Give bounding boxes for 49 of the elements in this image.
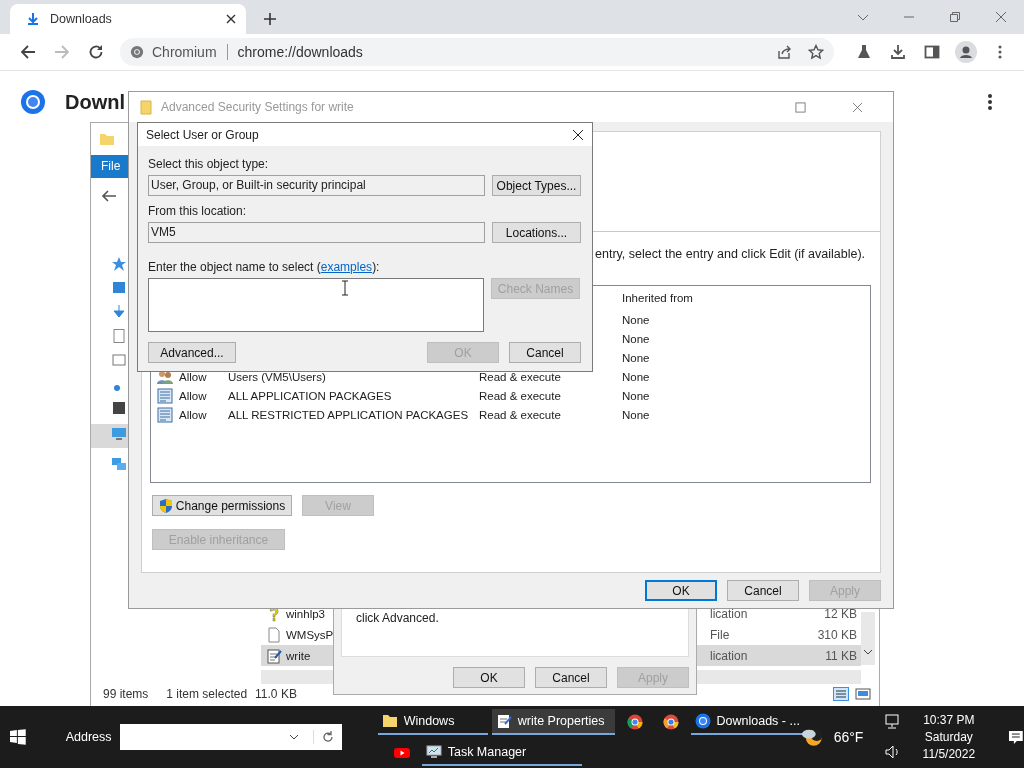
principal-name: ALL RESTRICTED APPLICATION PACKAGES <box>228 408 469 421</box>
page-heading: Downl <box>65 90 125 114</box>
file-type: File <box>710 627 731 642</box>
field-label: Select this object type: <box>148 157 270 172</box>
file-size: 310 KB <box>817 627 858 642</box>
window-title: Advanced Security Settings for write <box>161 100 354 114</box>
dialog-title: Select User or Group <box>146 127 259 142</box>
clock-day: Saturday <box>924 730 973 744</box>
permission-type: Allow <box>179 408 207 421</box>
location-field: VM5 <box>148 222 485 243</box>
field-label: Enter the object name to select (examples): <box>148 260 381 275</box>
file-type: lication <box>710 648 749 663</box>
clock-time: 10:37 PM <box>923 713 975 727</box>
taskbar-label: Downloads - ... <box>716 713 800 728</box>
principal-name: Users (VM5\Users) <box>228 370 326 383</box>
taskbar-label: write Properties <box>517 713 605 728</box>
inherited-from: None <box>622 370 650 383</box>
principal-name: ALL APPLICATION PACKAGES <box>228 389 392 402</box>
url-text: chrome://downloads <box>237 44 363 60</box>
site-name: Chromium <box>152 44 217 60</box>
inherited-from: None <box>622 408 650 421</box>
file-size: 12 KB <box>824 606 858 621</box>
access-level: Read & execute <box>479 370 561 383</box>
file-name: WMSysP <box>286 628 335 641</box>
dialog-text: click Advanced. <box>356 611 439 625</box>
field-label: From this location: <box>148 204 248 219</box>
selection-size: 11.0 KB <box>255 687 297 701</box>
inherited-from: None <box>622 351 650 364</box>
inherited-from: None <box>622 389 650 402</box>
clock-date: 11/5/2022 <box>922 747 976 761</box>
taskbar-label: Task Manager <box>447 744 527 759</box>
item-count: 99 items <box>103 687 149 701</box>
object-type-field: User, Group, or Built-in security principal <box>148 175 485 196</box>
temperature-text: 66°F <box>833 729 864 745</box>
file-type: lication <box>710 606 749 621</box>
file-size: 11 KB <box>825 648 858 663</box>
inherited-from: None <box>622 313 650 326</box>
access-level: Read & execute <box>479 408 561 421</box>
selection-count: 1 item selected <box>166 687 248 701</box>
access-level: Read & execute <box>479 389 561 402</box>
tab-title: Downloads <box>50 12 113 26</box>
address-label: Address <box>65 730 112 744</box>
file-name: write <box>286 649 312 662</box>
instruction-text: entry, select the entry and click Edit (if available). <box>595 247 867 261</box>
permission-type: Allow <box>179 370 207 383</box>
file-name: winhlp3 <box>286 607 326 620</box>
permission-type: Allow <box>179 389 207 402</box>
inherited-from: None <box>622 332 650 345</box>
taskbar-label: Windows <box>403 713 455 728</box>
